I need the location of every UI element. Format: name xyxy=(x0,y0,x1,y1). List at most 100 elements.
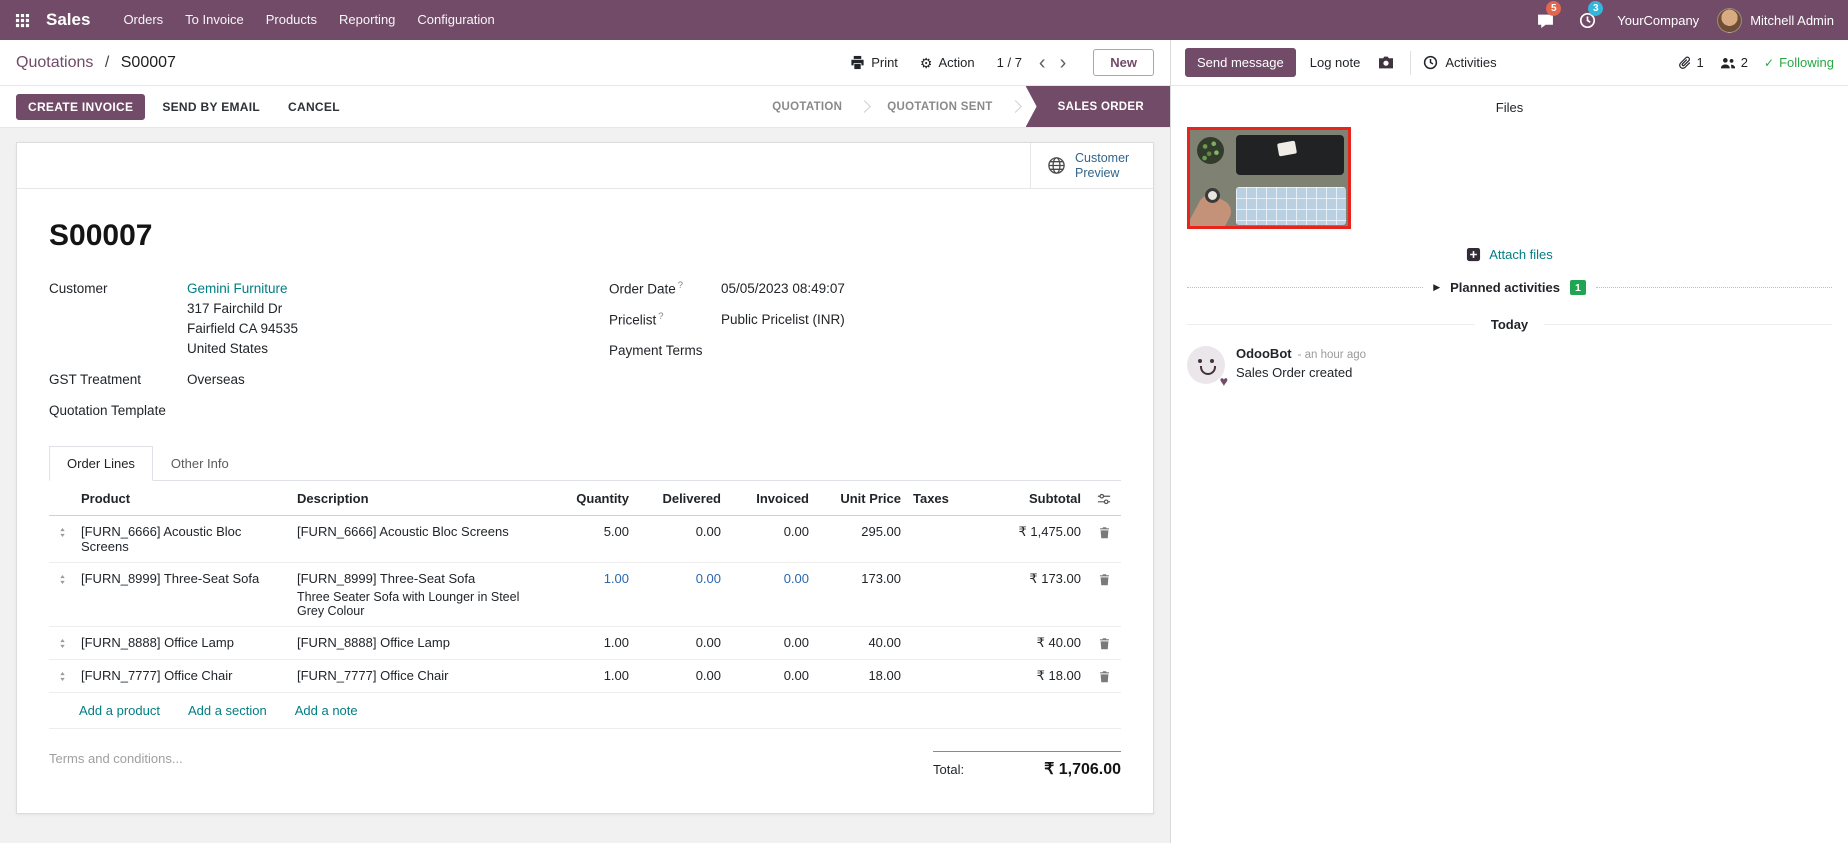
add-product-link[interactable]: Add a product xyxy=(79,703,160,718)
cell-taxes[interactable] xyxy=(907,562,971,626)
cell-unit-price[interactable]: 18.00 xyxy=(815,659,907,692)
cell-unit-price[interactable]: 295.00 xyxy=(815,515,907,562)
log-note-button[interactable]: Log note xyxy=(1300,49,1371,76)
add-note-link[interactable]: Add a note xyxy=(295,703,358,718)
cell-description[interactable]: [FURN_7777] Office Chair xyxy=(291,659,545,692)
menu-configuration[interactable]: Configuration xyxy=(406,0,505,40)
cell-taxes[interactable] xyxy=(907,626,971,659)
cell-product[interactable]: [FURN_8888] Office Lamp xyxy=(75,626,291,659)
cell-product[interactable]: [FURN_8999] Three-Seat Sofa xyxy=(75,562,291,626)
terms-and-conditions-field[interactable]: Terms and conditions... xyxy=(49,751,183,766)
delete-line-button[interactable] xyxy=(1098,635,1111,650)
column-header-product[interactable]: Product xyxy=(75,481,291,515)
add-section-link[interactable]: Add a section xyxy=(188,703,267,718)
order-date-value[interactable]: 05/05/2023 08:49:07 xyxy=(721,279,845,299)
cell-product[interactable]: [FURN_7777] Office Chair xyxy=(75,659,291,692)
company-switcher[interactable]: YourCompany xyxy=(1617,13,1699,28)
cell-taxes[interactable] xyxy=(907,659,971,692)
cell-description[interactable]: [FURN_6666] Acoustic Bloc Screens xyxy=(291,515,545,562)
cell-quantity[interactable]: 1.00 xyxy=(545,659,635,692)
attachments-counter[interactable]: 1 xyxy=(1678,55,1704,70)
attach-files-button[interactable]: Attach files xyxy=(1187,247,1832,262)
cell-quantity[interactable]: 1.00 xyxy=(545,562,635,626)
order-line-row[interactable]: [FURN_7777] Office Chair [FURN_7777] Off… xyxy=(49,659,1121,692)
pager-next-button[interactable]: › xyxy=(1055,53,1072,73)
column-header-delivered[interactable]: Delivered xyxy=(635,481,727,515)
cell-taxes[interactable] xyxy=(907,515,971,562)
status-step-sales-order[interactable]: SALES ORDER xyxy=(1026,86,1170,127)
order-line-row[interactable]: [FURN_8999] Three-Seat Sofa [FURN_8999] … xyxy=(49,562,1121,626)
cell-delivered[interactable]: 0.00 xyxy=(635,515,727,562)
cell-unit-price[interactable]: 173.00 xyxy=(815,562,907,626)
status-step-quotation[interactable]: QUOTATION xyxy=(752,86,862,127)
cell-invoiced[interactable]: 0.00 xyxy=(727,659,815,692)
create-invoice-button[interactable]: CREATE INVOICE xyxy=(16,94,145,120)
cell-delivered[interactable]: 0.00 xyxy=(635,659,727,692)
order-line-row[interactable]: [FURN_6666] Acoustic Bloc Screens [FURN_… xyxy=(49,515,1121,562)
pager-previous-button[interactable]: ‹ xyxy=(1034,53,1051,73)
drag-handle-icon[interactable] xyxy=(57,571,68,586)
breadcrumb: Quotations / S00007 xyxy=(16,54,176,72)
table-header-row: Product Description Quantity Delivered I… xyxy=(49,481,1121,515)
camera-button[interactable] xyxy=(1374,53,1398,72)
quotation-template-label: Quotation Template xyxy=(49,401,187,421)
column-header-description[interactable]: Description xyxy=(291,481,545,515)
customer-preview-button[interactable]: Customer Preview xyxy=(1030,143,1153,188)
column-header-subtotal[interactable]: Subtotal xyxy=(971,481,1087,515)
cell-quantity[interactable]: 5.00 xyxy=(545,515,635,562)
send-by-email-button[interactable]: SEND BY EMAIL xyxy=(151,95,271,119)
delete-line-button[interactable] xyxy=(1098,524,1111,539)
customer-link[interactable]: Gemini Furniture xyxy=(187,279,298,299)
apps-menu-button[interactable] xyxy=(0,0,44,40)
status-step-quotation-sent[interactable]: QUOTATION SENT xyxy=(867,86,1012,127)
tab-other-info[interactable]: Other Info xyxy=(153,446,247,481)
column-header-unit-price[interactable]: Unit Price xyxy=(815,481,907,515)
column-header-invoiced[interactable]: Invoiced xyxy=(727,481,815,515)
delete-line-button[interactable] xyxy=(1098,571,1111,586)
attachment-thumbnail[interactable] xyxy=(1187,127,1351,229)
column-header-taxes[interactable]: Taxes xyxy=(907,481,971,515)
activities-systray-button[interactable]: 3 xyxy=(1575,8,1599,32)
cell-product[interactable]: [FURN_6666] Acoustic Bloc Screens xyxy=(75,515,291,562)
cell-description[interactable]: [FURN_8888] Office Lamp xyxy=(291,626,545,659)
menu-products[interactable]: Products xyxy=(255,0,328,40)
drag-handle-icon[interactable] xyxy=(57,668,68,683)
column-header-quantity[interactable]: Quantity xyxy=(545,481,635,515)
user-menu[interactable]: Mitchell Admin xyxy=(1717,8,1834,33)
trash-icon xyxy=(1098,637,1111,650)
send-message-button[interactable]: Send message xyxy=(1185,48,1296,77)
order-line-row[interactable]: [FURN_8888] Office Lamp [FURN_8888] Offi… xyxy=(49,626,1121,659)
activities-button[interactable]: Activities xyxy=(1423,55,1496,70)
divider xyxy=(1187,324,1475,325)
cell-invoiced[interactable]: 0.00 xyxy=(727,515,815,562)
followers-counter[interactable]: 2 xyxy=(1720,55,1748,70)
menu-orders[interactable]: Orders xyxy=(112,0,174,40)
breadcrumb-quotations[interactable]: Quotations xyxy=(16,54,93,71)
planned-activities-label[interactable]: Planned activities xyxy=(1450,280,1560,295)
tab-order-lines[interactable]: Order Lines xyxy=(49,446,153,481)
drag-handle-icon[interactable] xyxy=(57,635,68,650)
cell-unit-price[interactable]: 40.00 xyxy=(815,626,907,659)
cancel-button[interactable]: CANCEL xyxy=(277,95,351,119)
action-button[interactable]: ⚙ Action xyxy=(920,55,975,70)
cell-invoiced[interactable]: 0.00 xyxy=(727,562,815,626)
cell-delivered[interactable]: 0.00 xyxy=(635,562,727,626)
cell-quantity[interactable]: 1.00 xyxy=(545,626,635,659)
message-author[interactable]: OdooBot xyxy=(1236,346,1292,361)
new-button[interactable]: New xyxy=(1093,49,1154,76)
pricelist-value[interactable]: Public Pricelist (INR) xyxy=(721,310,845,330)
cell-invoiced[interactable]: 0.00 xyxy=(727,626,815,659)
cell-delivered[interactable]: 0.00 xyxy=(635,626,727,659)
menu-reporting[interactable]: Reporting xyxy=(328,0,406,40)
following-button[interactable]: ✓ Following xyxy=(1764,55,1834,70)
print-button[interactable]: Print xyxy=(850,55,898,70)
app-name[interactable]: Sales xyxy=(46,10,90,30)
optional-columns-button[interactable] xyxy=(1097,490,1111,505)
menu-to-invoice[interactable]: To Invoice xyxy=(174,0,255,40)
drag-handle-icon[interactable] xyxy=(57,524,68,539)
planned-activities-section[interactable]: ▶ Planned activities 1 xyxy=(1187,280,1832,295)
messages-button[interactable]: 5 xyxy=(1533,8,1557,32)
cell-description[interactable]: [FURN_8999] Three-Seat Sofa Three Seater… xyxy=(291,562,545,626)
delete-line-button[interactable] xyxy=(1098,668,1111,683)
gst-treatment-value[interactable]: Overseas xyxy=(187,370,245,390)
